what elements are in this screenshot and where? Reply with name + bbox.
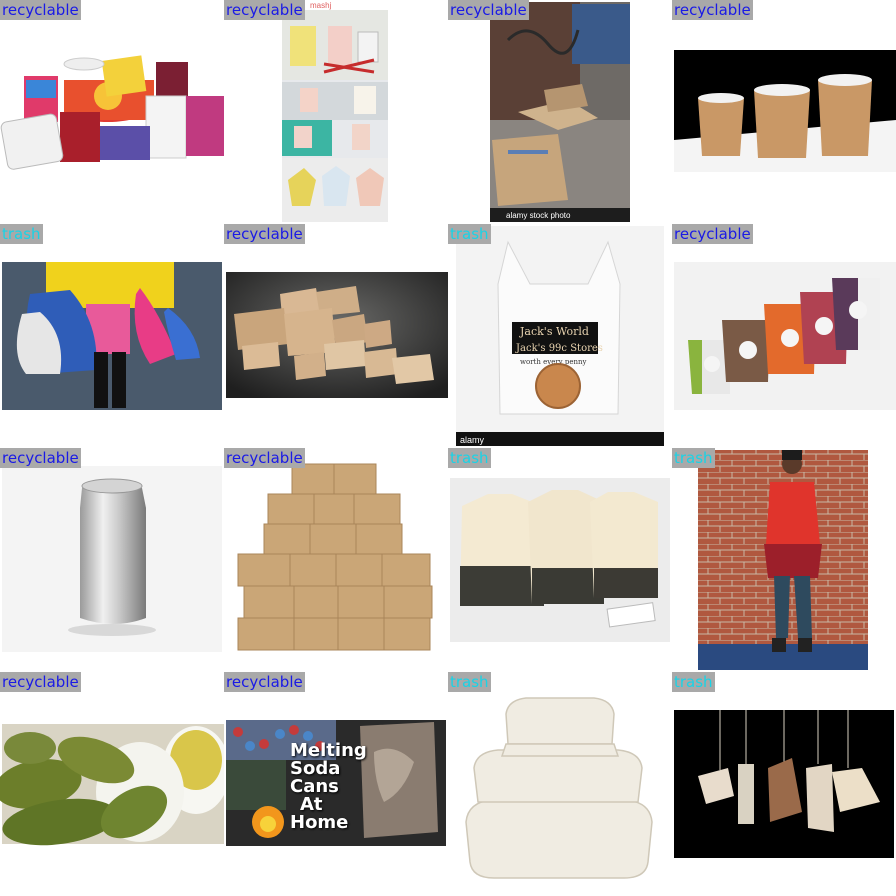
tea-bags-image: [450, 478, 670, 642]
class-label: recyclable: [224, 448, 305, 468]
class-label: trash: [448, 224, 491, 244]
watermark-text: alamy: [460, 435, 485, 445]
class-label: recyclable: [672, 0, 753, 20]
box-pyramid-image: [224, 448, 448, 672]
grid-cell-10[interactable]: recyclable: [224, 448, 448, 672]
grid-cell-14[interactable]: recyclable Melting Soda Cans At Home: [224, 672, 448, 896]
class-label: recyclable: [224, 224, 305, 244]
class-label: recyclable: [0, 0, 81, 20]
sign-line: Home: [290, 812, 349, 833]
aluminum-can-image: [2, 466, 222, 652]
grid-cell-2[interactable]: recyclable mashj: [224, 0, 448, 224]
grid-cell-9[interactable]: recyclable: [0, 448, 224, 672]
grid-cell-12[interactable]: trash: [672, 448, 896, 672]
paper-cup-crafts-image: mashj: [282, 1, 388, 222]
hanging-tea-bags-image: [674, 710, 894, 858]
pickles-image: [0, 724, 224, 846]
class-label: trash: [672, 448, 715, 468]
grid-cell-15[interactable]: trash: [448, 672, 672, 896]
cardboard-boxes-image: [226, 272, 448, 398]
class-label: trash: [0, 224, 43, 244]
takeout-containers-image: [448, 672, 672, 896]
kraft-cups-image: [674, 50, 896, 172]
class-label: recyclable: [0, 448, 81, 468]
watermark-text: alamy stock photo: [506, 211, 571, 220]
grid-cell-5[interactable]: trash: [0, 224, 224, 448]
grid-cell-8[interactable]: recyclable: [672, 224, 896, 448]
grid-cell-7[interactable]: trash Jack's World Jack's 99c Stores wor…: [448, 224, 672, 448]
bag-text-1: Jack's World: [519, 325, 589, 338]
bag-text-2: Jack's 99c Stores: [515, 343, 603, 354]
class-label: recyclable: [448, 0, 529, 20]
class-label: trash: [448, 448, 491, 468]
grid-cell-4[interactable]: recyclable: [672, 0, 896, 224]
paper-cups-image: [0, 0, 224, 224]
grid-cell-6[interactable]: recyclable: [224, 224, 448, 448]
watermark-text: mashj: [310, 1, 332, 10]
class-label: recyclable: [224, 672, 305, 692]
plastic-bags-image: [2, 262, 222, 410]
grid-cell-11[interactable]: trash: [448, 448, 672, 672]
person-brick-wall-image: [698, 450, 868, 670]
class-label: recyclable: [0, 672, 81, 692]
class-label: trash: [672, 672, 715, 692]
image-grid: recyclable recyclable mashj recyclable a…: [0, 0, 896, 896]
sign-title: Melting Soda Cans At Home: [290, 742, 367, 832]
cardboard-alley-image: alamy stock photo: [490, 2, 630, 222]
grid-cell-3[interactable]: recyclable alamy stock photo: [448, 0, 672, 224]
class-label: recyclable: [672, 224, 753, 244]
coffee-cups-image: [674, 262, 896, 410]
class-label: trash: [448, 672, 491, 692]
grid-cell-16[interactable]: trash: [672, 672, 896, 896]
grid-cell-1[interactable]: recyclable: [0, 0, 224, 224]
grid-cell-13[interactable]: recyclable: [0, 672, 224, 896]
class-label: recyclable: [224, 0, 305, 20]
plastic-bag-penny-image: Jack's World Jack's 99c Stores worth eve…: [456, 226, 664, 446]
